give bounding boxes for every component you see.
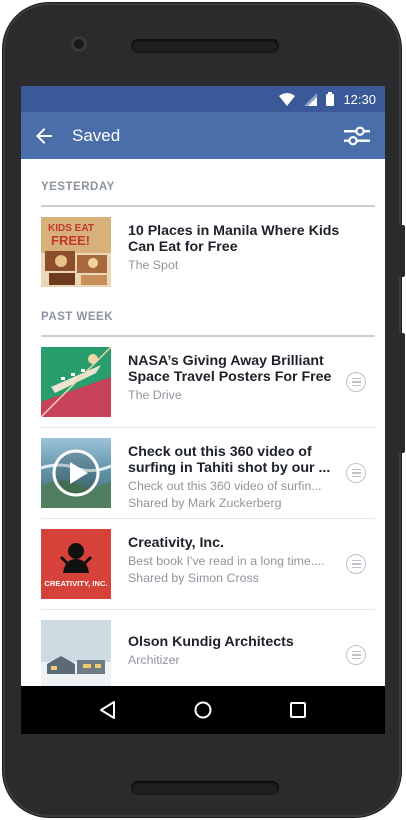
- thumbnail-kids-eat-free: KIDS EAT FREE!: [41, 217, 111, 287]
- saved-item-title[interactable]: Creativity, Inc.: [128, 535, 343, 551]
- thumbnail-nasa-poster: [41, 347, 111, 417]
- top-speaker: [131, 39, 279, 53]
- saved-item-text: 10 Places in Manila Where Kids Can Eat f…: [128, 223, 343, 274]
- wifi-icon: [279, 92, 296, 106]
- signal-icon: [304, 92, 318, 106]
- saved-item-olson-kundig[interactable]: Olson Kundig Architects Architizer: [21, 610, 385, 686]
- back-arrow-icon[interactable]: [32, 124, 56, 148]
- saved-item-title[interactable]: NASA’s Giving Away Brilliant Space Trave…: [128, 353, 343, 385]
- section-header-yesterday: YESTERDAY: [41, 181, 115, 193]
- status-bar: 12:30: [21, 86, 385, 112]
- page-title: Saved: [72, 125, 121, 145]
- saved-item-kids-eat-free[interactable]: KIDS EAT FREE! 10 Places in Manila Where…: [21, 207, 385, 297]
- thumbnail-creativity-inc-book: CREATIVITY, INC.: [41, 529, 111, 599]
- saved-item-title[interactable]: Olson Kundig Architects: [128, 634, 343, 650]
- saved-item-shared-by: Shared by Simon Cross: [128, 571, 259, 585]
- status-time: 12:30: [343, 91, 376, 107]
- saved-list[interactable]: YESTERDAY KIDS EAT FREE! 10 Places in Ma…: [21, 159, 385, 686]
- android-nav-bar: [21, 686, 385, 734]
- bottom-speaker: [131, 781, 279, 795]
- battery-icon: [326, 92, 335, 106]
- section-header-past-week: PAST WEEK: [41, 311, 114, 323]
- saved-item-text: Olson Kundig Architects Architizer: [128, 634, 343, 669]
- power-button: [399, 333, 405, 453]
- saved-item-surf-video[interactable]: Check out this 360 video of surfing in T…: [21, 428, 385, 518]
- saved-item-text: Check out this 360 video of surfing in T…: [128, 444, 343, 512]
- thumbnail-olson-kundig: [41, 620, 111, 686]
- front-camera: [71, 36, 87, 52]
- more-options-icon[interactable]: [346, 554, 366, 574]
- saved-item-text: NASA’s Giving Away Brilliant Space Trave…: [128, 353, 343, 404]
- saved-item-source: Architizer: [128, 653, 180, 667]
- free-thumbnail-text: FREE!: [51, 233, 90, 248]
- saved-item-description: Check out this 360 video of surfin...: [128, 479, 322, 493]
- more-options-icon[interactable]: [346, 463, 366, 483]
- volume-button: [399, 225, 405, 277]
- screen: 12:30 Saved YESTERDAY KIDS EAT FREE! 10 …: [21, 86, 385, 734]
- more-options-icon[interactable]: [346, 645, 366, 665]
- app-bar: Saved: [21, 112, 385, 159]
- saved-item-nasa[interactable]: NASA’s Giving Away Brilliant Space Trave…: [21, 337, 385, 427]
- saved-item-title[interactable]: 10 Places in Manila Where Kids Can Eat f…: [128, 223, 343, 255]
- back-triangle-icon[interactable]: [96, 698, 120, 722]
- thumbnail-surf-video: [41, 438, 111, 508]
- saved-item-description: Best book I've read in a long time....: [128, 554, 325, 568]
- creativity-thumbnail-text: CREATIVITY, INC.: [44, 579, 107, 588]
- saved-item-source: The Spot: [128, 258, 179, 272]
- more-options-icon[interactable]: [346, 372, 366, 392]
- saved-item-shared-by: Shared by Mark Zuckerberg: [128, 496, 282, 510]
- home-circle-icon[interactable]: [191, 698, 215, 722]
- saved-item-text: Creativity, Inc. Best book I've read in …: [128, 535, 343, 587]
- saved-item-creativity-inc[interactable]: CREATIVITY, INC. Creativity, Inc. Best b…: [21, 519, 385, 609]
- filter-icon[interactable]: [342, 124, 372, 148]
- saved-item-source: The Drive: [128, 388, 182, 402]
- saved-item-title[interactable]: Check out this 360 video of surfing in T…: [128, 444, 343, 476]
- recents-square-icon[interactable]: [286, 698, 310, 722]
